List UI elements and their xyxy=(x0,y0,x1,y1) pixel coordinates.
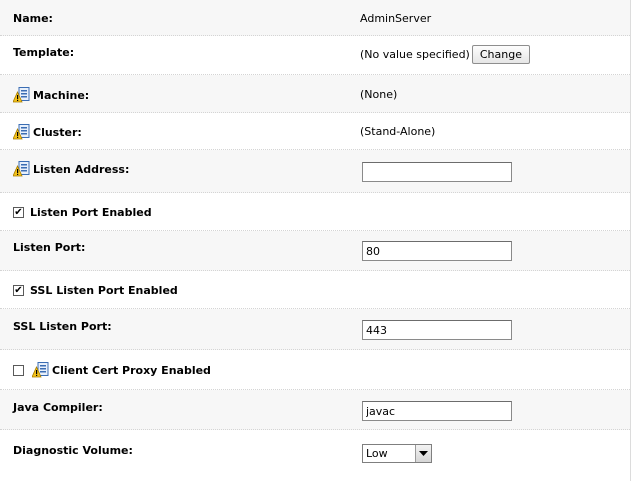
template-label: Template: xyxy=(13,46,75,59)
name-label: Name: xyxy=(13,12,53,25)
cluster-label-group: Cluster: xyxy=(13,124,82,140)
listen-port-enabled-checkbox[interactable]: ✔ xyxy=(13,207,24,218)
listen-port-label: Listen Port: xyxy=(13,241,86,254)
ssl-listen-port-enabled-label: SSL Listen Port Enabled xyxy=(30,284,178,297)
listen-port-input[interactable] xyxy=(362,241,512,261)
template-row: Template: (No value specified) Change xyxy=(0,36,630,75)
ssl-listen-port-input[interactable] xyxy=(362,320,512,340)
java-compiler-row: Java Compiler: xyxy=(0,390,630,430)
listen-port-enabled-row: ✔ Listen Port Enabled xyxy=(0,193,630,231)
diagnostic-volume-value: Low xyxy=(366,447,388,460)
diagnostic-volume-select[interactable]: Low xyxy=(362,444,432,463)
name-value: AdminServer xyxy=(360,12,432,25)
listen-address-wrap xyxy=(362,162,512,182)
ssl-listen-port-enabled-checkbox[interactable]: ✔ xyxy=(13,285,24,296)
ssl-listen-port-enabled-group: ✔ SSL Listen Port Enabled xyxy=(13,284,178,297)
listen-address-label: Listen Address: xyxy=(33,162,130,176)
chevron-down-icon[interactable] xyxy=(415,445,431,462)
java-compiler-input[interactable] xyxy=(362,401,512,421)
diagnostic-volume-label: Diagnostic Volume: xyxy=(13,444,133,457)
warning-settings-icon xyxy=(13,87,30,103)
machine-value: (None) xyxy=(360,88,398,101)
client-cert-proxy-group: Client Cert Proxy Enabled xyxy=(13,362,211,378)
warning-settings-icon xyxy=(13,161,30,177)
ssl-listen-port-label: SSL Listen Port: xyxy=(13,320,112,333)
warning-settings-icon xyxy=(32,362,49,378)
cluster-label: Cluster: xyxy=(33,125,82,139)
listen-address-label-group: Listen Address: xyxy=(13,161,129,177)
listen-port-enabled-label: Listen Port Enabled xyxy=(30,206,152,219)
diagnostic-volume-wrap: Low xyxy=(360,444,432,463)
ssl-listen-port-enabled-row: ✔ SSL Listen Port Enabled xyxy=(0,271,630,309)
java-compiler-label: Java Compiler: xyxy=(13,401,103,414)
listen-port-wrap xyxy=(362,241,512,261)
ssl-listen-port-wrap xyxy=(362,320,512,340)
diagnostic-volume-row: Diagnostic Volume: Low xyxy=(0,430,630,481)
client-cert-proxy-label: Client Cert Proxy Enabled xyxy=(52,363,211,377)
template-value-group: (No value specified) Change xyxy=(360,45,530,64)
client-cert-proxy-row: Client Cert Proxy Enabled xyxy=(0,350,630,390)
machine-label: Machine: xyxy=(33,88,90,102)
cluster-row: Cluster: (Stand-Alone) xyxy=(0,113,630,150)
client-cert-proxy-checkbox[interactable] xyxy=(13,364,24,376)
listen-port-enabled-group: ✔ Listen Port Enabled xyxy=(13,206,152,219)
name-row: Name: AdminServer xyxy=(0,0,630,36)
cluster-value: (Stand-Alone) xyxy=(360,125,436,138)
change-template-button[interactable]: Change xyxy=(471,45,530,64)
machine-row: Machine: (None) xyxy=(0,75,630,113)
listen-address-input[interactable] xyxy=(362,162,512,182)
server-config-form: Name: AdminServer Template: (No value sp… xyxy=(0,0,631,481)
template-value: (No value specified) xyxy=(360,48,470,61)
warning-settings-icon xyxy=(13,124,30,140)
listen-address-row: Listen Address: xyxy=(0,150,630,193)
listen-port-row: Listen Port: xyxy=(0,231,630,271)
ssl-listen-port-row: SSL Listen Port: xyxy=(0,309,630,350)
java-compiler-wrap xyxy=(362,401,512,421)
machine-label-group: Machine: xyxy=(13,87,89,103)
